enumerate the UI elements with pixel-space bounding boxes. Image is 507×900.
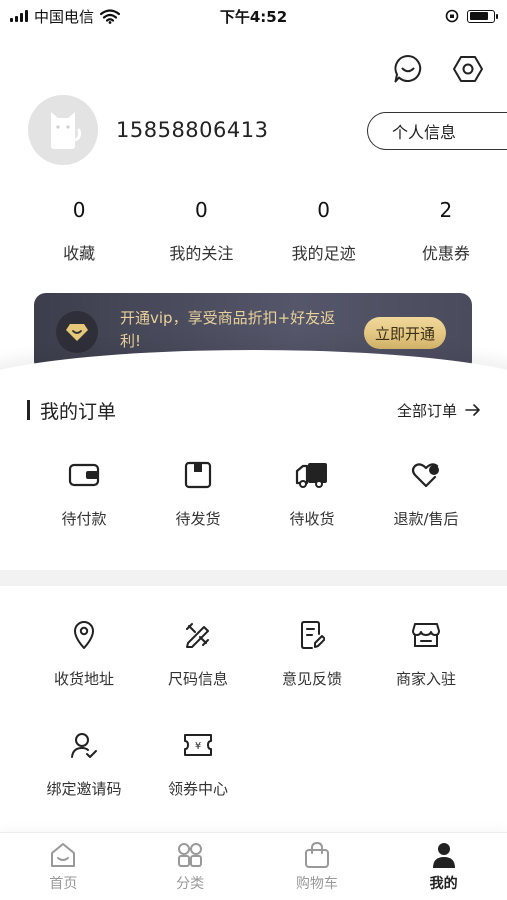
service-label: 尺码信息 (167, 670, 228, 688)
service-label: 绑定邀请码 (46, 780, 122, 798)
status-bar: 中国电信 下午4:52 (0, 0, 507, 32)
svg-text:¥: ¥ (195, 741, 201, 752)
all-orders-link[interactable]: 全部订单 (397, 400, 481, 421)
grid-icon (178, 843, 203, 867)
heart-refund-icon (411, 463, 439, 488)
vip-promo-text: 开通vip，享受商品折扣+好友返利! (120, 309, 336, 350)
service-merchant-join[interactable]: 商家入驻 (369, 618, 483, 689)
section-divider (0, 570, 507, 586)
stat-label: 收藏 (63, 244, 96, 263)
wifi-icon (100, 8, 121, 24)
stat-label: 我的足迹 (291, 244, 356, 263)
order-pending-shipment[interactable]: 待发货 (141, 458, 255, 529)
tab-cart[interactable]: 购物车 (254, 833, 381, 900)
stat-value: 0 (317, 198, 330, 222)
bag-icon (304, 841, 329, 868)
stat-label: 我的关注 (169, 244, 234, 263)
service-label: 收货地址 (53, 670, 114, 688)
bottom-tab-bar: 首页 分类 购物车 我的 (0, 832, 507, 900)
message-button[interactable] (391, 52, 425, 86)
diamond-icon (66, 324, 88, 341)
home-icon (51, 843, 76, 867)
tab-home[interactable]: 首页 (0, 833, 127, 900)
services-row-2: 绑定邀请码 ¥ 领券中心 (27, 728, 483, 799)
service-size-info[interactable]: 尺码信息 (141, 618, 255, 689)
orders-title-text: 我的订单 (40, 400, 117, 423)
service-coupon-center[interactable]: ¥ 领券中心 (141, 728, 255, 799)
orders-title: 我的订单 (27, 397, 116, 424)
wallet-icon (68, 463, 100, 487)
tab-label: 购物车 (295, 876, 338, 892)
orders-header: 我的订单 全部订单 (27, 396, 481, 424)
service-feedback[interactable]: 意见反馈 (255, 618, 369, 689)
title-accent-bar (27, 400, 30, 420)
user-phone: 15858806413 (116, 118, 269, 142)
status-left: 中国电信 (10, 6, 121, 27)
services-row-1: 收货地址 尺码信息 意见反馈 商家入驻 (27, 618, 483, 689)
service-address[interactable]: 收货地址 (27, 618, 141, 689)
stat-value: 2 (439, 198, 453, 222)
profile-header: 15858806413 个人信息 (28, 94, 507, 166)
stat-coupons[interactable]: 2 优惠券 (385, 198, 507, 264)
stats-row: 0 收藏 0 我的关注 0 我的足迹 2 优惠券 (0, 198, 507, 264)
settings-hexagon-icon (453, 56, 483, 82)
order-label: 退款/售后 (393, 510, 459, 528)
battery-level (469, 12, 488, 20)
order-pending-receipt[interactable]: 待收货 (255, 458, 369, 529)
stat-history[interactable]: 0 我的足迹 (263, 198, 385, 264)
ruler-pencil-icon (186, 623, 209, 648)
stat-label: 优惠券 (421, 244, 470, 263)
order-label: 待发货 (175, 510, 221, 528)
status-right (445, 9, 498, 23)
battery-icon (467, 9, 498, 23)
tab-mine[interactable]: 我的 (380, 833, 507, 900)
feedback-note-icon (301, 621, 325, 649)
person-icon (432, 843, 455, 868)
settings-button[interactable] (451, 52, 485, 86)
tab-label: 首页 (49, 876, 78, 892)
message-icon (394, 54, 422, 83)
order-refund[interactable]: 退款/售后 (369, 458, 483, 529)
avatar[interactable] (28, 95, 98, 165)
truck-icon (295, 463, 327, 488)
location-pin-icon (74, 621, 94, 649)
store-icon (412, 623, 440, 647)
profile-page: 中国电信 下午4:52 15858806413 个人信息 0 收藏 0 我的关注… (0, 0, 507, 900)
cat-avatar-icon (51, 112, 81, 149)
order-label: 待收货 (289, 510, 335, 528)
coupon-ticket-icon: ¥ (184, 734, 212, 756)
signal-icon (10, 10, 28, 22)
service-label: 领券中心 (167, 780, 228, 798)
order-pending-payment[interactable]: 待付款 (27, 458, 141, 529)
stat-favorites[interactable]: 0 收藏 (0, 198, 140, 264)
stat-following[interactable]: 0 我的关注 (140, 198, 262, 264)
service-label: 商家入驻 (395, 670, 456, 688)
all-orders-label: 全部订单 (396, 401, 457, 420)
arrow-right-icon (465, 404, 480, 416)
header-actions (391, 52, 485, 86)
service-bind-invite[interactable]: 绑定邀请码 (27, 728, 141, 799)
orders-grid: 待付款 待发货 待收货 退款/售后 (27, 458, 483, 529)
tab-label: 我的 (429, 876, 458, 892)
service-label: 意见反馈 (281, 670, 342, 688)
personal-info-button[interactable]: 个人信息 (367, 112, 507, 150)
order-label: 待付款 (61, 510, 107, 528)
carrier-label: 中国电信 (34, 7, 95, 26)
tab-category[interactable]: 分类 (127, 833, 254, 900)
package-icon (184, 461, 212, 489)
vip-open-button[interactable]: 立即开通 (364, 317, 446, 349)
vip-badge (56, 311, 98, 353)
stat-value: 0 (195, 198, 208, 222)
orientation-lock-icon (445, 9, 459, 23)
user-check-icon (71, 733, 97, 758)
stat-value: 0 (72, 198, 86, 222)
tab-label: 分类 (176, 876, 205, 892)
